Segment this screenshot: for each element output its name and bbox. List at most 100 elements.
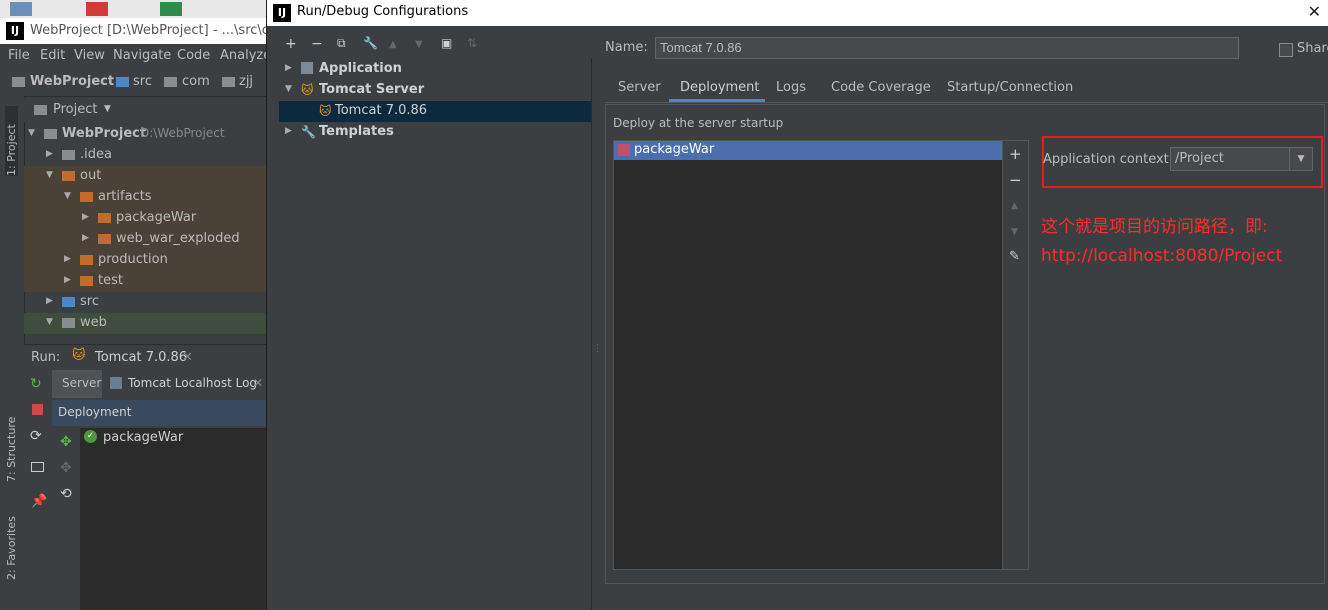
close-icon[interactable]: ✕ (1308, 2, 1321, 21)
deploy-artifact-list[interactable] (613, 140, 1003, 570)
side-tab-structure[interactable]: 7: Structure (5, 402, 18, 482)
ide-window: IJ WebProject [D:\WebProject] - ...\src\… (0, 0, 268, 610)
add-icon[interactable]: + (1009, 145, 1022, 163)
tree-item-templates[interactable]: ▶ 🔧 Templates (279, 122, 591, 143)
tree-item-production[interactable]: ▶ production (24, 250, 268, 271)
tab-server[interactable]: Server (618, 80, 661, 95)
tab-code-coverage[interactable]: Code Coverage (831, 80, 931, 95)
edit-pencil-icon[interactable]: ✎ (1009, 249, 1020, 264)
breadcrumb-zjj[interactable]: zjj (239, 74, 253, 89)
tree-item-idea[interactable]: ▶ .idea (24, 145, 268, 166)
tree-item-packagewar[interactable]: ▶ packageWar (24, 208, 268, 229)
tree-item-web[interactable]: ▼ web (24, 313, 268, 334)
dialog-title: Run/Debug Configurations (297, 4, 469, 19)
war-artifact-icon (618, 144, 630, 156)
menu-edit[interactable]: Edit (40, 48, 65, 63)
chevron-down-icon[interactable]: ▼ (104, 104, 111, 114)
update-icon[interactable]: ⟳ (30, 428, 42, 444)
tree-item-out[interactable]: ▼ out (24, 166, 268, 187)
application-icon (301, 62, 313, 74)
project-view-dropdown[interactable]: Project (53, 102, 97, 117)
tree-item-tomcat-7-0-86[interactable]: 🐱 Tomcat 7.0.86 (279, 101, 591, 122)
tab-tomcat-localhost-log[interactable]: Tomcat Localhost Log (128, 376, 257, 390)
package-icon (222, 77, 235, 87)
new-folder-icon[interactable]: ▣ (441, 36, 452, 50)
name-field[interactable] (655, 37, 1239, 59)
pin-icon[interactable]: 📌 (31, 494, 47, 509)
chevron-down-icon[interactable]: ▼ (1289, 148, 1312, 170)
tab-deployment[interactable]: Deployment (680, 80, 760, 95)
annotation-url: http://localhost:8080/Project (1041, 246, 1283, 266)
move-up-icon[interactable]: ▲ (1011, 201, 1018, 211)
chevron-down-icon[interactable]: ▼ (285, 84, 292, 94)
move-down-icon[interactable]: ▼ (415, 39, 423, 50)
chevron-right-icon[interactable]: ▶ (285, 63, 292, 73)
layout-icon[interactable] (31, 462, 44, 472)
chevron-down-icon[interactable]: ▼ (46, 317, 53, 327)
tab-startup-connection[interactable]: Startup/Connection (947, 80, 1073, 95)
chevron-down-icon[interactable]: ▼ (64, 191, 71, 201)
tree-item-label: artifacts (98, 189, 152, 204)
folder-icon (62, 171, 75, 181)
sort-icon[interactable]: ⇅ (467, 36, 477, 50)
deploy-icon[interactable]: ✥ (60, 434, 72, 450)
menu-bar: File Edit View Navigate Code Analyze (0, 44, 268, 68)
chevron-right-icon[interactable]: ▶ (285, 126, 292, 136)
stop-icon[interactable] (32, 404, 43, 415)
run-config-tab[interactable]: Tomcat 7.0.86 (95, 350, 187, 365)
chevron-down-icon[interactable]: ▼ (28, 128, 35, 138)
menu-navigate[interactable]: Navigate (113, 48, 171, 63)
menu-code[interactable]: Code (177, 48, 210, 63)
side-tab-project[interactable]: 1: Project (5, 106, 18, 176)
move-up-icon[interactable]: ▲ (389, 39, 397, 50)
share-checkbox[interactable] (1279, 43, 1293, 57)
tree-item-label: Tomcat Server (319, 82, 425, 97)
menu-view[interactable]: View (74, 48, 105, 63)
close-icon[interactable]: ✕ (253, 376, 263, 390)
chevron-right-icon[interactable]: ▶ (82, 212, 89, 222)
tab-logs[interactable]: Logs (776, 80, 806, 95)
menu-file[interactable]: File (8, 48, 30, 63)
menu-analyze[interactable]: Analyze (220, 48, 268, 63)
move-down-icon[interactable]: ▼ (1011, 227, 1018, 237)
side-tab-favorites[interactable]: 2: Favorites (5, 500, 18, 580)
tree-item-tomcat-server[interactable]: ▼ 🐱 Tomcat Server (279, 80, 591, 101)
breadcrumb-com[interactable]: com (182, 74, 210, 89)
chevron-right-icon[interactable]: ▶ (46, 296, 53, 306)
deploy-list-item[interactable]: packageWar (614, 141, 1002, 160)
remove-icon[interactable]: − (311, 36, 323, 52)
splitter-handle[interactable]: ⋮ (592, 58, 602, 610)
tree-item-artifacts[interactable]: ▼ artifacts (24, 187, 268, 208)
chevron-right-icon[interactable]: ▶ (46, 149, 53, 159)
refresh-icon[interactable]: ⟲ (60, 486, 72, 502)
chevron-down-icon[interactable]: ▼ (46, 170, 53, 180)
tree-item-label: production (98, 252, 168, 267)
remove-icon[interactable]: − (1009, 171, 1022, 189)
close-icon[interactable]: ✕ (182, 350, 193, 365)
deployed-artifact[interactable]: packageWar (103, 430, 183, 445)
app-icon[interactable] (86, 2, 108, 16)
breadcrumb-project[interactable]: WebProject (30, 74, 114, 89)
chevron-right-icon[interactable]: ▶ (64, 275, 71, 285)
add-icon[interactable]: + (285, 36, 297, 52)
chevron-right-icon[interactable]: ▶ (64, 254, 71, 264)
tab-server[interactable]: Server (62, 376, 101, 390)
grip-icon[interactable]: ⋮ (593, 344, 602, 354)
tree-item-web-war-exploded[interactable]: ▶ web_war_exploded (24, 229, 268, 250)
wrench-icon[interactable]: 🔧 (363, 36, 378, 50)
chevron-right-icon[interactable]: ▶ (82, 233, 89, 243)
tree-item-test[interactable]: ▶ test (24, 271, 268, 292)
breadcrumb-src[interactable]: src (133, 74, 152, 89)
app-icon[interactable] (10, 2, 32, 16)
tree-item-webproject[interactable]: ▼ WebProject D:\WebProject (24, 124, 268, 145)
application-context-combobox[interactable]: /Project ▼ (1170, 147, 1313, 171)
rerun-icon[interactable]: ↻ (30, 376, 42, 392)
folder-icon (80, 255, 93, 265)
tree-item-src[interactable]: ▶ src (24, 292, 268, 313)
copy-icon[interactable]: ⧉ (337, 36, 346, 51)
undeploy-icon[interactable]: ✥ (60, 460, 72, 476)
wrench-icon: 🔧 (301, 125, 316, 139)
project-folder-icon (12, 77, 25, 87)
excel-icon[interactable] (160, 2, 182, 16)
tree-item-application[interactable]: ▶ Application (279, 59, 591, 80)
